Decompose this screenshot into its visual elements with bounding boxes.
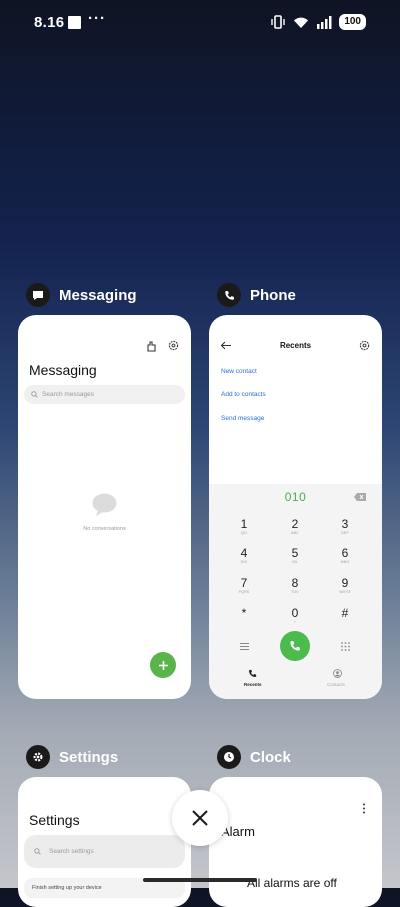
- dial-key-letters: DEF: [341, 531, 349, 535]
- add-to-contacts-link[interactable]: Add to contacts: [221, 391, 266, 398]
- status-icons: 100: [270, 14, 366, 30]
- tab-contacts[interactable]: Contacts: [327, 682, 345, 687]
- dialpad-grid-icon[interactable]: [341, 642, 350, 651]
- new-contact-link[interactable]: New contact: [221, 368, 257, 375]
- app-label-clock[interactable]: Clock: [217, 745, 291, 769]
- setup-device-text: Finish setting up your device: [32, 885, 102, 891]
- dial-key-letters: JKL: [291, 560, 299, 564]
- search-icon: [34, 848, 41, 855]
- more-options-icon[interactable]: [362, 803, 366, 814]
- new-message-button[interactable]: [150, 652, 176, 678]
- dial-key-letters: +: [293, 620, 297, 624]
- phone-icon: [290, 641, 300, 651]
- dial-key-star[interactable]: *: [224, 607, 264, 620]
- search-placeholder: Search settings: [49, 848, 94, 855]
- dial-key-digit: 8: [291, 576, 299, 590]
- dial-key-digit: 9: [341, 576, 349, 590]
- battery-icon: 100: [339, 14, 366, 30]
- dial-key-letters: GHI: [240, 560, 248, 564]
- phone-card[interactable]: Recents New contact Add to contacts Send…: [209, 315, 382, 699]
- app-label-text: Clock: [250, 748, 291, 766]
- status-bar: 8.16 ··· 100: [0, 0, 400, 46]
- dial-key-digit: *: [241, 606, 247, 620]
- dial-key-digit: 2: [291, 517, 299, 531]
- clear-all-button[interactable]: [172, 790, 228, 846]
- dial-key-5[interactable]: 5 JKL: [275, 547, 315, 565]
- settings-app-icon: [26, 745, 50, 769]
- messaging-empty-text: No conversations: [83, 526, 126, 532]
- dial-key-hash[interactable]: #: [325, 607, 365, 620]
- wifi-icon: [294, 17, 309, 28]
- recents-tab-icon[interactable]: [248, 669, 257, 678]
- dial-key-digit: #: [341, 606, 349, 620]
- app-label-settings[interactable]: Settings: [26, 745, 118, 769]
- dial-key-digit: 7: [240, 576, 248, 590]
- app-label-text: Messaging: [59, 286, 137, 304]
- dial-key-0[interactable]: 0 +: [275, 607, 315, 625]
- settings-search-input[interactable]: Search settings: [24, 835, 185, 868]
- dial-key-letters: QO: [241, 531, 247, 535]
- dial-key-letters: MNO: [340, 560, 350, 564]
- dial-key-2[interactable]: 2 ABC: [275, 518, 315, 536]
- plus-icon: [158, 660, 168, 670]
- dial-key-digit: 4: [240, 546, 248, 560]
- vibrate-icon: [271, 15, 286, 29]
- dial-key-letters: ABC: [291, 531, 299, 535]
- dial-key-digit: 3: [341, 517, 349, 531]
- menu-icon[interactable]: [240, 643, 249, 650]
- dial-key-9[interactable]: 9 WXYZ: [325, 577, 365, 595]
- settings-title: Settings: [29, 812, 80, 828]
- status-time: 8.16: [34, 14, 65, 31]
- more-notifications-icon: ···: [88, 10, 106, 27]
- dial-key-7[interactable]: 7 PQRS: [224, 577, 264, 595]
- send-message-link[interactable]: Send message: [221, 415, 264, 422]
- call-button[interactable]: [280, 631, 310, 661]
- phone-app-icon: [217, 283, 241, 307]
- app-label-phone[interactable]: Phone: [217, 283, 296, 307]
- dial-key-8[interactable]: 8 TUV: [275, 577, 315, 595]
- gear-icon[interactable]: [168, 340, 179, 351]
- gear-icon[interactable]: [359, 340, 370, 351]
- home-indicator[interactable]: [143, 878, 257, 882]
- recents-title: Recents: [279, 341, 312, 350]
- messaging-app-icon: [26, 283, 50, 307]
- messaging-title: Messaging: [29, 362, 97, 378]
- app-label-text: Settings: [59, 748, 119, 766]
- messaging-search-input[interactable]: Search messages: [24, 385, 185, 404]
- notification-square-icon: [68, 16, 81, 29]
- dial-key-digit: 0: [291, 606, 299, 620]
- dial-key-6[interactable]: 6 MNO: [325, 547, 365, 565]
- dial-key-1[interactable]: 1 QO: [224, 518, 264, 536]
- clock-app-icon: [217, 745, 241, 769]
- signal-icon: [317, 15, 332, 29]
- dial-key-3[interactable]: 3 DEF: [325, 518, 365, 536]
- dial-key-letters: PQRS: [238, 590, 250, 594]
- search-placeholder: Search messages: [42, 391, 95, 398]
- hand-icon[interactable]: [146, 340, 157, 352]
- messaging-card[interactable]: Messaging Search messages No conversatio…: [18, 315, 191, 699]
- close-icon: [192, 810, 208, 826]
- dial-key-letters: TUV: [291, 590, 299, 594]
- app-label-text: Phone: [250, 286, 296, 304]
- search-icon: [31, 391, 38, 398]
- chat-bubble-icon: [92, 493, 117, 516]
- tab-recents[interactable]: Recents: [244, 682, 262, 687]
- contacts-tab-icon[interactable]: [333, 669, 342, 678]
- dial-key-4[interactable]: 4 GHI: [224, 547, 264, 565]
- dial-key-digit: 1: [240, 517, 248, 531]
- app-label-messaging[interactable]: Messaging: [26, 283, 137, 307]
- backspace-icon[interactable]: [354, 493, 366, 501]
- dial-key-digit: 6: [341, 546, 349, 560]
- dial-key-letters: WXYZ: [339, 590, 351, 594]
- dial-key-digit: 5: [291, 546, 299, 560]
